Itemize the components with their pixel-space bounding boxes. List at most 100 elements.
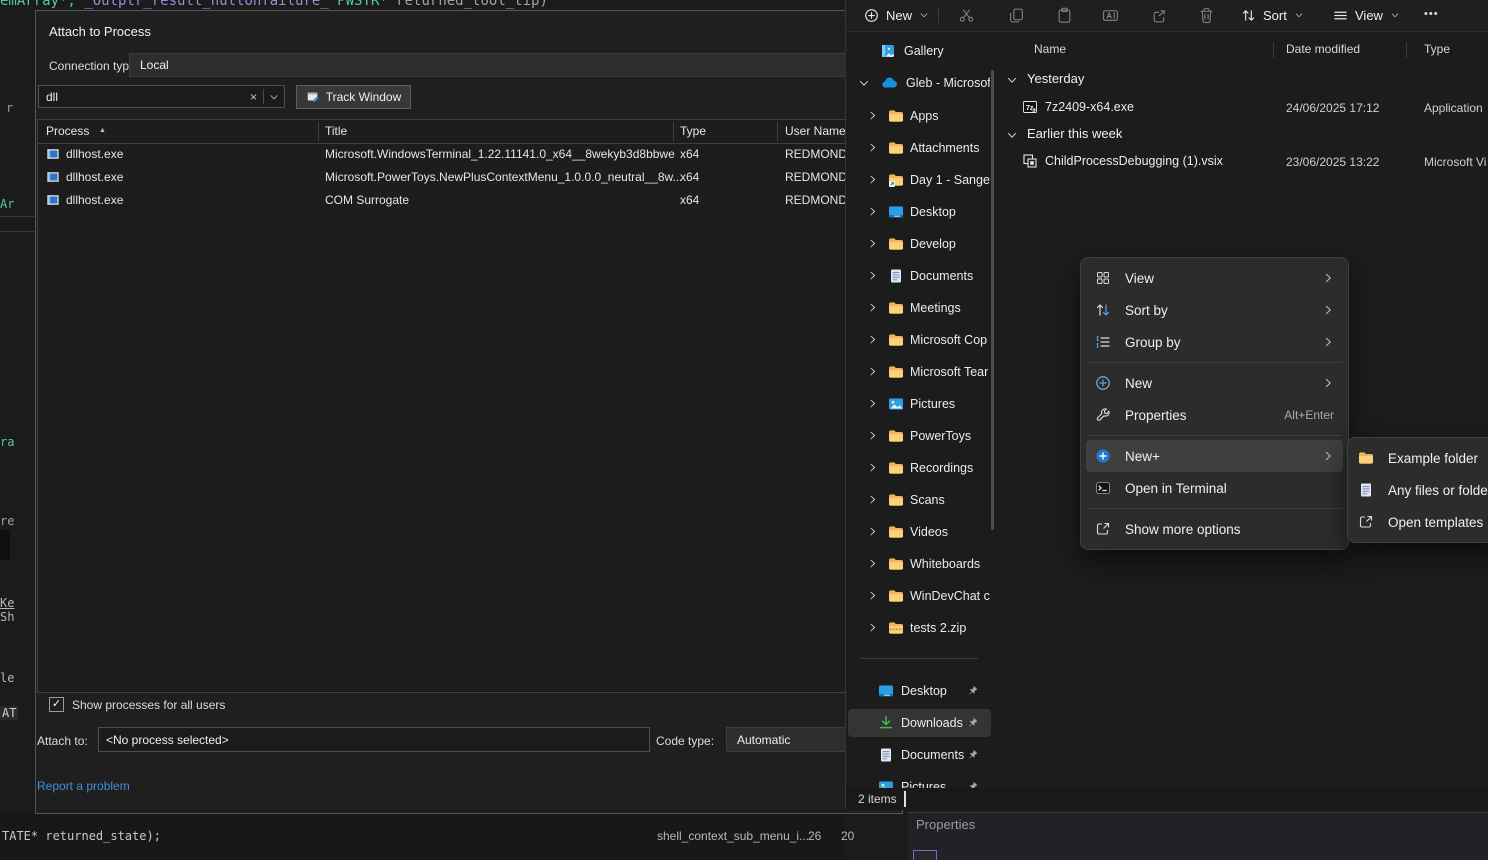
sidebar-item-microsoft-tear[interactable]: Microsoft Tear <box>848 358 991 386</box>
menu-separator <box>1087 508 1342 509</box>
submenu-item-any-files[interactable]: Any files or folde <box>1352 474 1488 506</box>
show-all-users-row[interactable]: ✓ Show processes for all users <box>49 697 225 712</box>
sidebar-pinned-documents[interactable]: Documents <box>848 741 991 769</box>
sidebar-item-label: PowerToys <box>910 429 971 443</box>
chevron-right-icon[interactable] <box>867 590 878 604</box>
chevron-right-icon[interactable] <box>867 302 878 316</box>
chevron-right-icon[interactable] <box>867 430 878 444</box>
process-row[interactable]: dllhost.exe Microsoft.WindowsTerminal_1.… <box>38 143 901 166</box>
connection-type-combobox[interactable]: Local <box>129 53 901 77</box>
report-a-problem-link[interactable]: Report a problem <box>37 779 130 793</box>
chevron-right-icon[interactable] <box>867 462 878 476</box>
sidebar-item-documents[interactable]: Documents <box>848 262 991 290</box>
column-divider[interactable] <box>1273 42 1274 58</box>
chevron-right-icon[interactable] <box>867 110 878 124</box>
chevron-right-icon[interactable] <box>867 366 878 380</box>
sidebar-item-powertoys[interactable]: PowerToys <box>848 422 991 450</box>
column-date-modified[interactable]: Date modified <box>1286 42 1360 56</box>
column-divider[interactable] <box>318 122 319 141</box>
sidebar-item-attachments[interactable]: Attachments <box>848 134 991 162</box>
sidebar-item-label: Videos <box>910 525 948 539</box>
sidebar-item-tests-zip[interactable]: tests 2.zip <box>848 614 991 642</box>
sidebar-item-pictures[interactable]: Pictures <box>848 390 991 418</box>
new-button-label: New <box>886 8 912 23</box>
chevron-right-icon <box>1322 272 1334 284</box>
submenu-item-example-folder[interactable]: Example folder <box>1352 442 1488 474</box>
chevron-right-icon[interactable] <box>867 526 878 540</box>
sidebar-pinned-downloads[interactable]: Downloads <box>848 709 991 737</box>
properties-thumbnail[interactable] <box>913 850 937 860</box>
column-divider[interactable] <box>777 122 778 141</box>
paste-button[interactable] <box>1050 3 1078 27</box>
chevron-right-icon[interactable] <box>867 398 878 412</box>
sidebar-item-apps[interactable]: Apps <box>848 102 991 130</box>
sidebar-item-meetings[interactable]: Meetings <box>848 294 991 322</box>
chevron-right-icon[interactable] <box>867 238 878 252</box>
sidebar-item-gallery[interactable]: Gallery <box>848 37 991 65</box>
menu-item-new[interactable]: New <box>1086 367 1343 399</box>
column-type[interactable]: Type <box>1424 42 1450 56</box>
chevron-down-icon[interactable] <box>858 77 870 92</box>
submenu-item-open-templates[interactable]: Open templates <box>1352 506 1488 538</box>
status-bar: 2 items <box>846 788 1488 810</box>
checkbox-checked-icon[interactable]: ✓ <box>49 697 64 712</box>
more-options-icon[interactable]: ••• <box>1424 8 1439 20</box>
chevron-down-icon[interactable] <box>1006 128 1018 146</box>
sidebar-item-scans[interactable]: Scans <box>848 486 991 514</box>
menu-item-properties[interactable]: Properties Alt+Enter <box>1086 399 1343 431</box>
process-row[interactable]: dllhost.exe COM Surrogate x64 REDMOND <box>38 189 901 212</box>
menu-item-open-in-terminal[interactable]: Open in Terminal <box>1086 472 1343 504</box>
menu-item-view[interactable]: View <box>1086 262 1343 294</box>
column-name[interactable]: Name <box>1034 42 1066 56</box>
chevron-down-icon[interactable] <box>1006 73 1018 91</box>
new-button[interactable]: New <box>856 3 937 27</box>
column-divider[interactable] <box>673 122 674 141</box>
chevron-right-icon[interactable] <box>867 494 878 508</box>
wrench-icon <box>1095 407 1111 423</box>
rename-button[interactable] <box>1096 3 1124 27</box>
breadcrumb-symbol[interactable]: shell_context_sub_menu_i... <box>657 829 809 843</box>
chevron-right-icon[interactable] <box>867 206 878 220</box>
column-title[interactable]: Title <box>325 124 347 138</box>
filter-dropdown-icon[interactable] <box>264 92 284 102</box>
menu-item-sort-by[interactable]: Sort by <box>1086 294 1343 326</box>
chevron-right-icon[interactable] <box>867 622 878 636</box>
sidebar-item-whiteboards[interactable]: Whiteboards <box>848 550 991 578</box>
sidebar-item-onedrive[interactable]: Gleb - Microsoft <box>848 69 991 97</box>
clear-filter-icon[interactable]: × <box>244 90 263 104</box>
sort-button[interactable]: Sort <box>1241 3 1304 27</box>
chevron-right-icon[interactable] <box>867 270 878 284</box>
sidebar-item-recordings[interactable]: Recordings <box>848 454 991 482</box>
chevron-right-icon[interactable] <box>867 142 878 156</box>
menu-item-group-by[interactable]: Group by <box>1086 326 1343 358</box>
delete-button[interactable] <box>1192 3 1220 27</box>
chevron-right-icon[interactable] <box>867 174 878 188</box>
chevron-right-icon[interactable] <box>867 558 878 572</box>
view-button[interactable]: View <box>1333 3 1400 27</box>
process-row[interactable]: dllhost.exe Microsoft.PowerToys.NewPlusC… <box>38 166 901 189</box>
sidebar-item-day1[interactable]: Day 1 - Sangee <box>848 166 991 194</box>
sidebar-item-microsoft-cop[interactable]: Microsoft Cop <box>848 326 991 354</box>
sidebar-pinned-desktop[interactable]: Desktop <box>848 677 991 705</box>
menu-item-new-plus[interactable]: New+ <box>1086 440 1343 472</box>
cut-button[interactable] <box>952 3 980 27</box>
sidebar-item-desktop[interactable]: Desktop <box>848 198 991 226</box>
copy-button[interactable] <box>1002 3 1030 27</box>
process-filter-input[interactable]: dll × <box>38 85 285 108</box>
column-user-name[interactable]: User Name <box>785 124 846 138</box>
sidebar-scrollbar[interactable] <box>991 70 994 530</box>
column-type[interactable]: Type <box>680 124 706 138</box>
share-button[interactable] <box>1145 3 1173 27</box>
column-process[interactable]: Process <box>46 124 89 138</box>
process-title: Microsoft.WindowsTerminal_1.22.11141.0_x… <box>325 147 675 161</box>
menu-item-label: New <box>1125 376 1322 391</box>
menu-item-show-more-options[interactable]: Show more options <box>1086 513 1343 545</box>
sidebar-item-videos[interactable]: Videos <box>848 518 991 546</box>
chevron-right-icon[interactable] <box>867 334 878 348</box>
track-window-button[interactable]: Track Window <box>296 85 411 109</box>
menu-item-shortcut: Alt+Enter <box>1284 408 1334 422</box>
attach-to-field[interactable]: <No process selected> <box>98 727 650 752</box>
column-divider[interactable] <box>1406 42 1407 58</box>
sidebar-item-develop[interactable]: Develop <box>848 230 991 258</box>
sidebar-item-windevchat[interactable]: WinDevChat c <box>848 582 991 610</box>
